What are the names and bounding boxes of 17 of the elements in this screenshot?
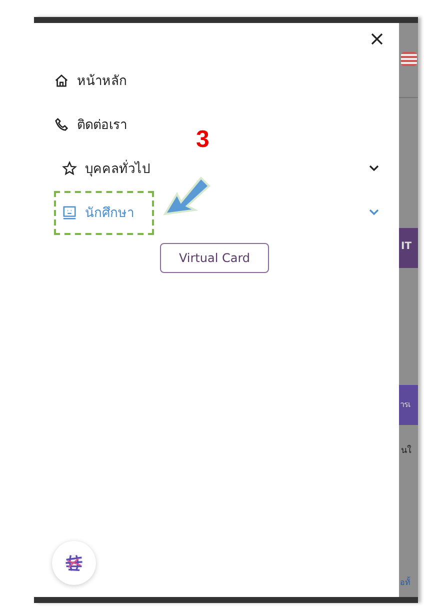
page-text: นใ: [401, 444, 411, 457]
chat-button[interactable]: [52, 541, 96, 585]
pointer-arrow: [163, 174, 213, 218]
banner-text: IT: [401, 241, 412, 252]
close-icon[interactable]: [369, 31, 385, 47]
banner-text: ารเ: [400, 399, 411, 411]
home-icon: [54, 72, 69, 88]
menu-item[interactable]: ติดต่อเรา: [54, 114, 127, 134]
step-number: 3: [196, 126, 210, 154]
virtual-card-button[interactable]: Virtual Card: [160, 243, 270, 273]
flag-icon: [401, 52, 417, 66]
star-icon: [62, 160, 77, 176]
menu-item[interactable]: หน้าหลัก: [54, 70, 127, 90]
id-card-icon: [62, 204, 77, 220]
menu-item[interactable]: บุคคลทั่วไป: [54, 158, 150, 178]
phone-icon: [54, 116, 69, 132]
chevron-down-icon[interactable]: [369, 165, 379, 171]
